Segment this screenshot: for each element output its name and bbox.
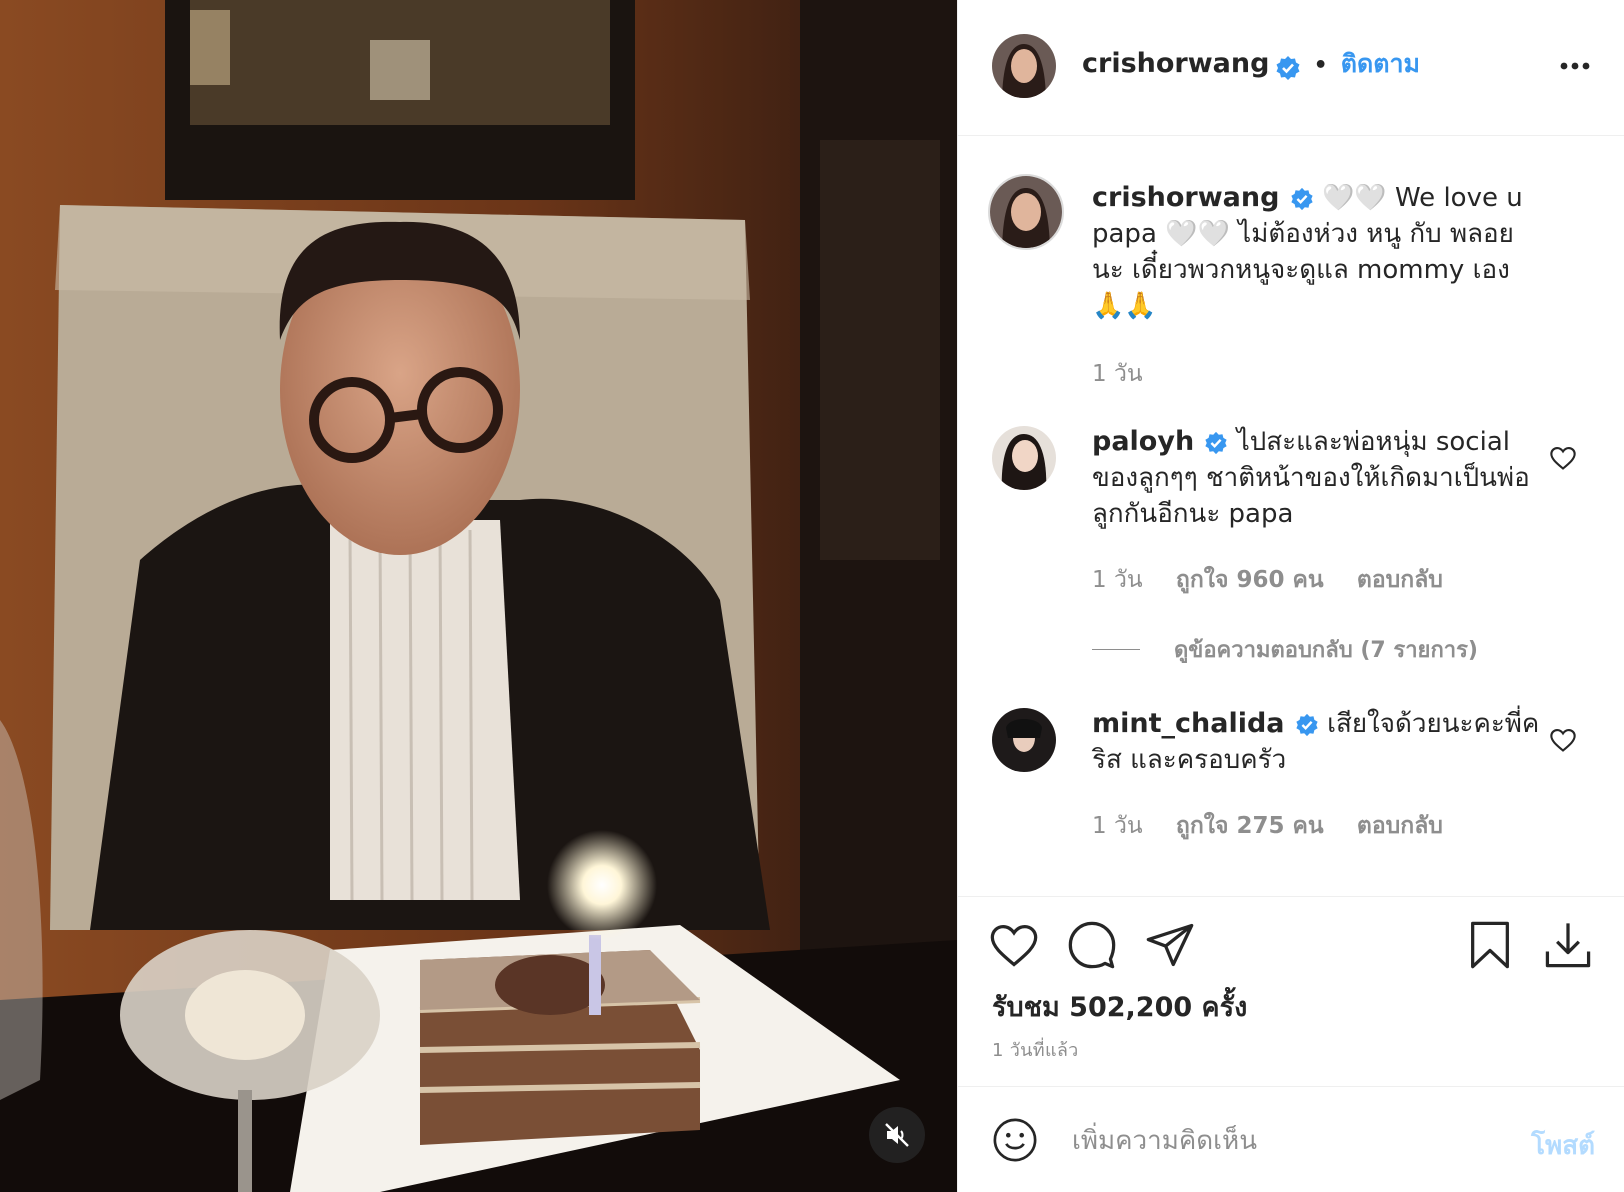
post-comment-button[interactable]: โพสต์ <box>1531 1125 1595 1166</box>
comment-likes[interactable]: ถูกใจ 275 คน <box>1176 813 1324 839</box>
comments-list: crishorwang 🤍🤍 We love u papa 🤍🤍 ไม่ต้อง… <box>958 136 1624 896</box>
video-frame-image <box>0 0 957 1192</box>
header-separator: • <box>1313 53 1328 78</box>
view-replies-label: ดูข้อความตอบกลับ (7 รายการ) <box>1174 638 1478 663</box>
mute-toggle-button[interactable] <box>869 1107 925 1163</box>
follow-button[interactable]: ติดตาม <box>1341 49 1420 78</box>
comment-bubble-icon[interactable] <box>1066 919 1118 971</box>
more-options-icon <box>1560 62 1590 70</box>
download-icon[interactable] <box>1542 919 1594 971</box>
add-comment-input[interactable] <box>1070 1117 1494 1165</box>
like-comment-heart-icon[interactable] <box>1549 726 1577 754</box>
replies-divider-line <box>1092 649 1140 650</box>
verified-badge-icon <box>1205 431 1228 454</box>
comment-likes[interactable]: ถูกใจ 960 คน <box>1176 567 1324 593</box>
speaker-muted-icon <box>885 1123 909 1147</box>
commenter-avatar[interactable] <box>992 426 1056 490</box>
caption-text-block: crishorwang 🤍🤍 We love u papa 🤍🤍 ไม่ต้อง… <box>1092 180 1547 324</box>
more-options-button[interactable] <box>1555 48 1595 84</box>
comment-meta: 1 วัน ถูกใจ 275 คน ตอบกลับ <box>1092 808 1469 844</box>
comment-text-block: paloyh ไปสะและพ่อหนุ่ม social ของลูกๆๆ ช… <box>1092 424 1547 532</box>
instagram-post-view: crishorwang • ติดตาม crishorwang 🤍🤍 We l… <box>0 0 1624 1192</box>
verified-badge-icon <box>1296 713 1318 736</box>
header-author-line: crishorwang • ติดตาม <box>1082 44 1420 84</box>
view-count[interactable]: รับชม 502,200 ครั้ง <box>992 985 1247 1028</box>
comment-meta: 1 วัน ถูกใจ 960 คน ตอบกลับ <box>1092 562 1469 598</box>
verified-badge-icon <box>1291 187 1313 210</box>
comment-time[interactable]: 1 วัน <box>1092 567 1143 593</box>
paper-plane-icon[interactable] <box>1144 919 1196 971</box>
post-side-panel: crishorwang • ติดตาม crishorwang 🤍🤍 We l… <box>957 0 1624 1192</box>
emoji-smile-icon[interactable] <box>992 1117 1038 1163</box>
bookmark-icon[interactable] <box>1464 919 1516 971</box>
add-comment-bar: โพสต์ <box>958 1086 1624 1192</box>
view-replies-button[interactable]: ดูข้อความตอบกลับ (7 รายการ) <box>1092 632 1478 667</box>
caption-meta: 1 วัน <box>1092 356 1169 392</box>
comment-text-block: mint_chalida เสียใจด้วยนะคะพี่คริส และคร… <box>1092 706 1547 778</box>
caption-avatar[interactable] <box>988 174 1064 250</box>
caption-time[interactable]: 1 วัน <box>1092 361 1143 387</box>
verified-badge-icon <box>1276 55 1300 80</box>
author-username[interactable]: crishorwang <box>1082 48 1269 79</box>
post-video[interactable] <box>0 0 957 1192</box>
post-actions: รับชม 502,200 ครั้ง 1 วันที่แล้ว <box>958 896 1624 1086</box>
reply-button[interactable]: ตอบกลับ <box>1357 567 1443 593</box>
post-timestamp[interactable]: 1 วันที่แล้ว <box>992 1035 1079 1064</box>
author-avatar[interactable] <box>992 34 1056 98</box>
commenter-avatar[interactable] <box>992 708 1056 772</box>
reply-button[interactable]: ตอบกลับ <box>1357 813 1443 839</box>
caption-username[interactable]: crishorwang <box>1092 182 1279 213</box>
comment-username[interactable]: paloyh <box>1092 426 1194 457</box>
comment-username[interactable]: mint_chalida <box>1092 708 1285 739</box>
like-comment-heart-icon[interactable] <box>1549 444 1577 472</box>
post-header: crishorwang • ติดตาม <box>958 0 1624 136</box>
heart-icon[interactable] <box>988 919 1040 971</box>
comment-time[interactable]: 1 วัน <box>1092 813 1143 839</box>
